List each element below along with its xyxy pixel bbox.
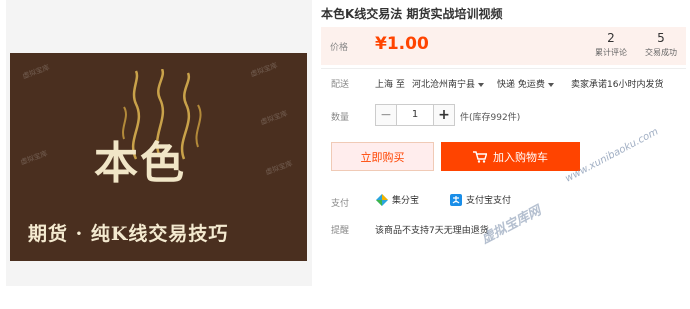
image-watermark: 虚拟宝库 (249, 61, 279, 79)
review-count: 2 (607, 31, 615, 45)
image-watermark: 虚拟宝库 (264, 159, 294, 177)
divider (321, 68, 686, 69)
image-brand-title: 本色 (94, 138, 186, 189)
product-image-panel: 虚拟宝库 虚拟宝库 虚拟宝库 虚拟宝库 虚拟宝库 本色 期货 · 纯K线交易技巧 (6, 0, 312, 286)
sales-count: 5 (657, 31, 665, 45)
buy-now-button[interactable]: 立即购买 (331, 142, 434, 171)
stat-reviews[interactable]: 2 累计评论 (586, 31, 636, 58)
add-to-cart-label: 加入购物车 (493, 150, 548, 164)
quantity-input[interactable]: 1 (397, 104, 433, 126)
image-watermark: 虚拟宝库 (21, 63, 51, 81)
price-panel: 价格 ¥1.00 2 累计评论 5 交易成功 (321, 27, 686, 65)
payment-label: 支付 (331, 199, 350, 209)
image-brand-subtitle: 期货 · 纯K线交易技巧 (28, 223, 229, 245)
buy-now-label: 立即购买 (360, 150, 405, 164)
stock-info: 件(库存992件) (460, 113, 521, 123)
cart-icon (473, 150, 487, 163)
shipping-destination: 河北沧州南宁县 (412, 80, 476, 90)
image-watermark: 虚拟宝库 (259, 109, 289, 127)
review-caption: 累计评论 (595, 48, 627, 57)
jifenbao-label: 集分宝 (392, 196, 420, 206)
sales-caption: 交易成功 (645, 48, 677, 57)
tips-label: 提醒 (331, 226, 350, 236)
quantity-label: 数量 (331, 113, 350, 123)
quantity-stepper: − 1 + (375, 104, 455, 126)
stat-sales: 5 交易成功 (636, 31, 686, 58)
product-image[interactable]: 虚拟宝库 虚拟宝库 虚拟宝库 虚拟宝库 虚拟宝库 本色 期货 · 纯K线交易技巧 (10, 53, 307, 261)
jifenbao-icon (376, 193, 388, 206)
price-label: 价格 (330, 43, 349, 53)
return-policy-notice: 该商品不支持7天无理由退货 (375, 226, 489, 236)
decrease-button[interactable]: − (375, 104, 397, 126)
image-watermark: 虚拟宝库 (19, 149, 49, 167)
shipping-label: 配送 (331, 80, 350, 90)
increase-button[interactable]: + (433, 104, 455, 126)
shipping-from: 上海 至 (375, 80, 405, 90)
shipping-method-select[interactable]: 快递 免运费 (497, 77, 554, 90)
payment-method-alipay: 支付宝支付 (450, 193, 511, 206)
chevron-down-icon (478, 82, 485, 87)
price-value: ¥1.00 (375, 34, 429, 54)
product-title: 本色K线交易法 期货实战培训视频 (321, 7, 503, 21)
add-to-cart-button[interactable]: 加入购物车 (441, 142, 580, 171)
alipay-icon (450, 193, 462, 206)
alipay-label: 支付宝支付 (466, 196, 512, 206)
chevron-down-icon (547, 82, 554, 87)
shipping-promise: 卖家承诺16小时内发货 (571, 80, 664, 90)
shipping-method: 快递 免运费 (497, 80, 545, 90)
shipping-destination-select[interactable]: 河北沧州南宁县 (412, 77, 485, 90)
payment-method-jifenbao: 集分宝 (376, 193, 419, 206)
